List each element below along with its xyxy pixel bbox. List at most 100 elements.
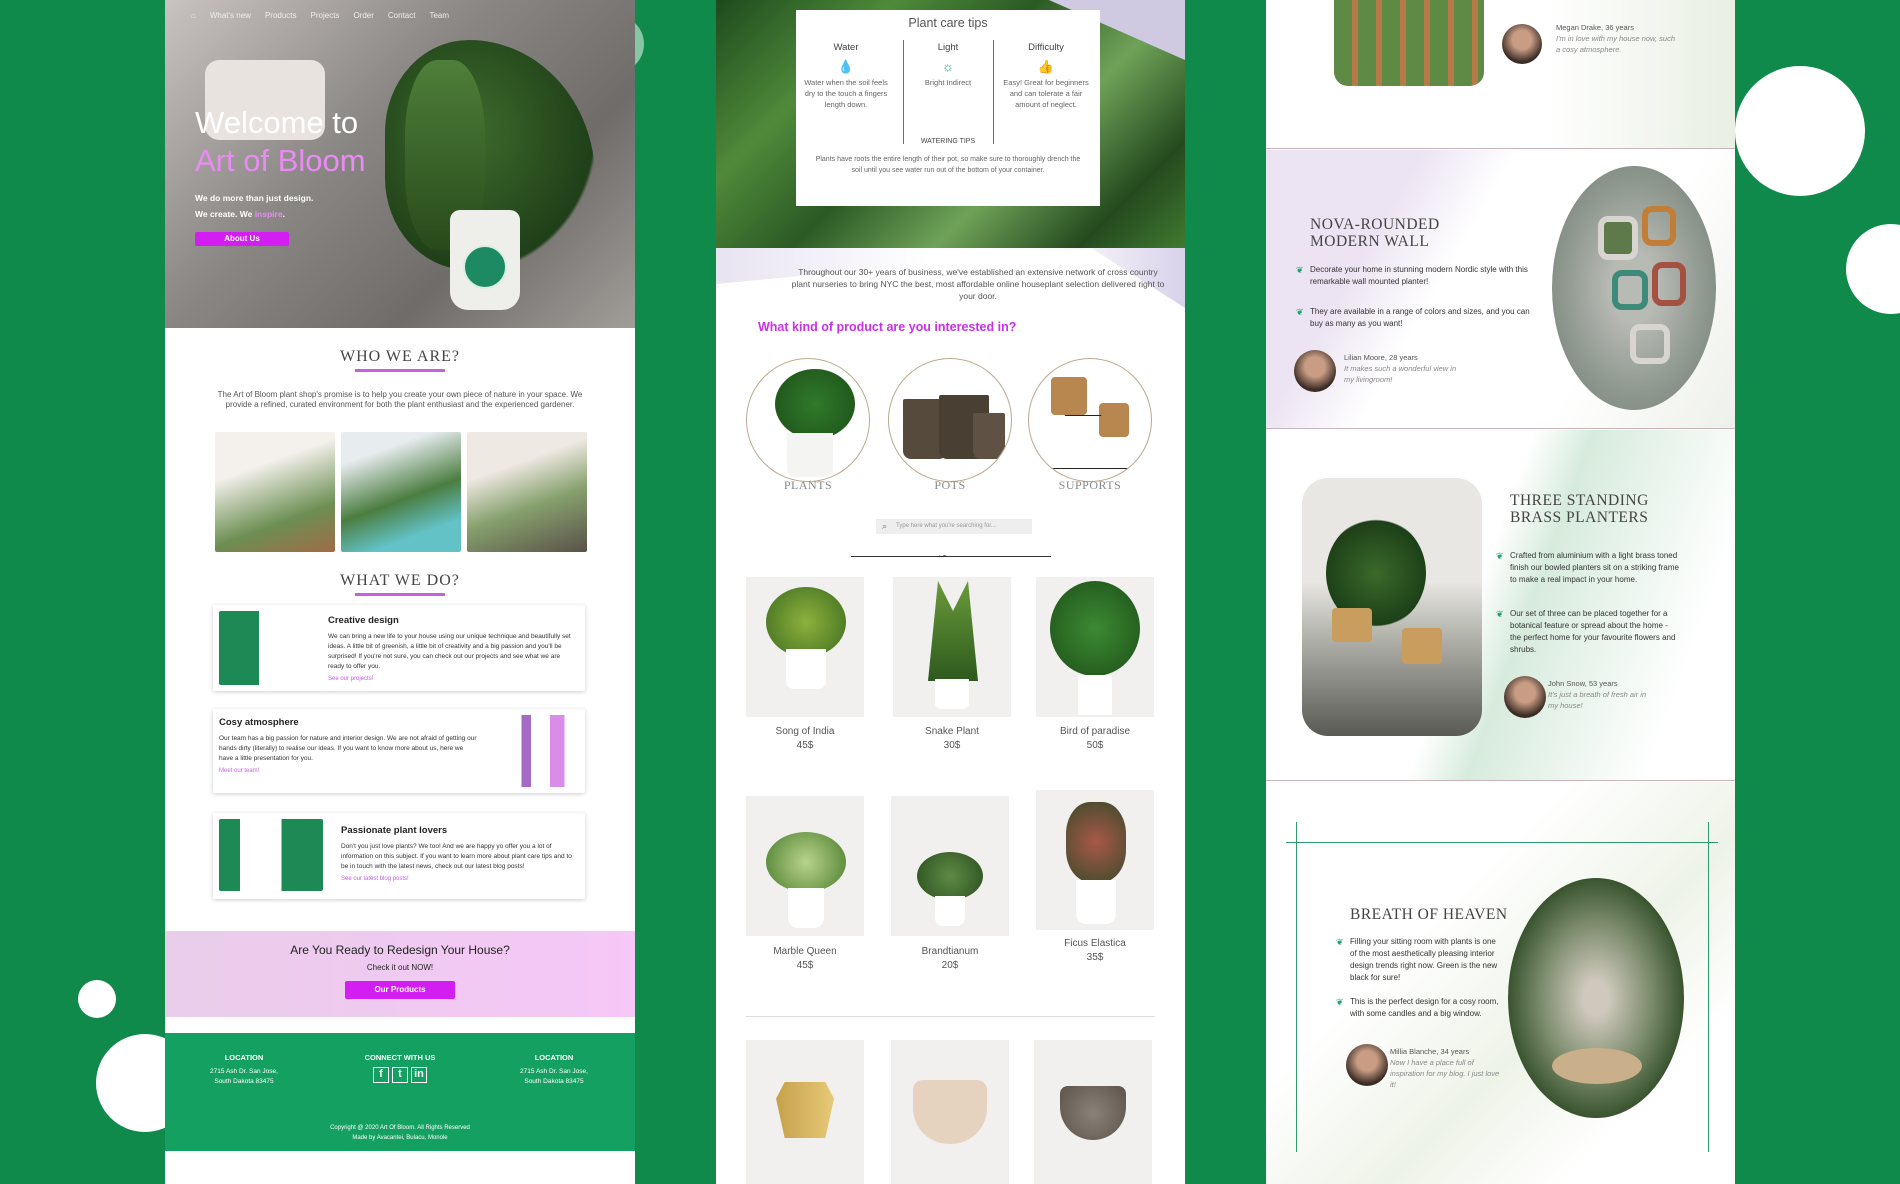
- frame-line: [1286, 842, 1718, 843]
- card-title: Cosy atmosphere: [219, 717, 299, 728]
- hero-sub-line1: We do more than just design.: [195, 193, 314, 203]
- home-icon[interactable]: ⌂: [191, 11, 196, 20]
- project-top: Megan Drake, 36 years I'm in love with my…: [1266, 0, 1735, 149]
- search-icon: ⌕: [882, 521, 888, 531]
- top-nav: ⌂ What's new Products Projects Order Con…: [165, 0, 635, 30]
- hero-title-line1: Welcome to: [195, 105, 359, 140]
- product-name[interactable]: Song of India: [746, 726, 864, 737]
- illustration: [219, 611, 319, 685]
- facebook-icon[interactable]: f: [373, 1067, 389, 1083]
- nav-item-contact[interactable]: Contact: [388, 11, 416, 20]
- credits-text: Made by Avacantei, Bulacu, Monole: [352, 1135, 448, 1141]
- bullet-text: Decorate your home in stunning modern No…: [1310, 265, 1528, 286]
- product-price: 50$: [1086, 740, 1104, 751]
- testimonial-quote: Now I have a place full of inspiration f…: [1390, 1058, 1500, 1089]
- project-title-line2: MODERN WALL: [1310, 233, 1430, 250]
- card-link[interactable]: See our latest blog posts!: [341, 876, 577, 882]
- watering-tips-title: WATERING TIPS: [920, 138, 976, 145]
- our-products-button[interactable]: Our Products: [345, 981, 455, 999]
- decor-circle: [1846, 224, 1900, 314]
- hero-title: Welcome to Art of Bloom: [195, 104, 366, 180]
- product-name[interactable]: Brandtianum: [891, 946, 1009, 957]
- testimonial-name: John Snow, 53 years: [1548, 679, 1618, 688]
- footer-location: LOCATION 2715 Ash Dr. San Jose, South Dak…: [205, 1053, 283, 1087]
- linkedin-icon[interactable]: in: [411, 1067, 427, 1083]
- product-image[interactable]: [1036, 790, 1154, 930]
- tip-heading: Difficulty: [1028, 42, 1064, 53]
- avatar: [1346, 1044, 1388, 1086]
- hero-sub-prefix: We create. We: [195, 209, 255, 219]
- product-image[interactable]: [746, 796, 864, 936]
- category-question: What kind of product are you interested …: [758, 320, 1017, 334]
- leaf-icon: ❦: [1496, 609, 1504, 619]
- hero-subtitle: We do more than just design. We create. W…: [195, 190, 313, 222]
- product-image[interactable]: [891, 1040, 1009, 1184]
- nav-item-whats-new[interactable]: What's new: [210, 11, 251, 20]
- project-bullet: ❦ Crafted from aluminium with a light bra…: [1496, 550, 1680, 586]
- project-bullet: ❦ This is the perfect design for a cosy r…: [1336, 996, 1504, 1020]
- search-input[interactable]: Type here what you're searching for...: [876, 519, 1032, 534]
- category-plants[interactable]: [746, 358, 870, 482]
- hero-section: Welcome to Art of Bloom We do more than j…: [165, 0, 635, 328]
- card-text: Don't you just love plants? We too! And …: [341, 843, 572, 870]
- bullet-text: Our set of three can be placed together …: [1510, 609, 1676, 654]
- nav-item-team[interactable]: Team: [429, 11, 449, 20]
- category-label[interactable]: POTS: [888, 478, 1012, 493]
- nav-item-products[interactable]: Products: [265, 11, 297, 20]
- who-text: The Art of Bloom plant shop's promise is…: [217, 390, 583, 409]
- project-bullet: ❦ Decorate your home in stunning modern N…: [1296, 264, 1532, 288]
- product-image[interactable]: [1036, 577, 1154, 717]
- card-link[interactable]: See our projects!: [328, 676, 571, 682]
- project-title-line1: NOVA-ROUNDED: [1310, 216, 1440, 233]
- divider: [993, 40, 994, 144]
- hero-sub-accent: inspire: [254, 209, 283, 219]
- footer-location: LOCATION 2715 Ash Dr. San Jose, South Dak…: [515, 1053, 593, 1087]
- product-image[interactable]: [746, 1040, 864, 1184]
- divider: [1266, 780, 1735, 781]
- project-bullet: ❦ Our set of three can be placed together…: [1496, 608, 1680, 656]
- tip-text: Easy! Great for beginners and can tolera…: [1003, 78, 1089, 109]
- card-link[interactable]: Meet our team!: [219, 768, 477, 774]
- category-label[interactable]: PLANTS: [746, 478, 870, 493]
- footer-connect: CONNECT WITH US f t in: [355, 1053, 445, 1083]
- testimonial-quote: It makes such a wonderful view in my liv…: [1344, 364, 1457, 384]
- nav-item-order[interactable]: Order: [353, 11, 373, 20]
- project-bullet: ❦ They are available in a range of colors…: [1296, 306, 1532, 330]
- section-title: WHAT WE DO?: [340, 572, 460, 589]
- card-title: Passionate plant lovers: [341, 825, 448, 836]
- category-supports[interactable]: [1028, 358, 1152, 482]
- product-image[interactable]: [893, 577, 1011, 717]
- project-title-line2: BRASS PLANTERS: [1510, 509, 1649, 526]
- logo-icon: [463, 245, 507, 289]
- nav-item-projects[interactable]: Projects: [311, 11, 340, 20]
- product-name[interactable]: Bird of paradise: [1036, 726, 1154, 737]
- twitter-icon[interactable]: t: [392, 1067, 408, 1083]
- divider: [746, 1016, 1155, 1017]
- cta-subtitle: Check it out NOW!: [366, 963, 434, 972]
- service-card: Cosy atmosphere Our team has a big passi…: [213, 709, 585, 793]
- avatar: [1294, 350, 1336, 392]
- product-image[interactable]: [746, 577, 864, 717]
- footer: LOCATION 2715 Ash Dr. San Jose, South Dak…: [165, 1033, 635, 1151]
- about-us-button[interactable]: About Us: [195, 232, 289, 246]
- testimonial: Megan Drake, 36 years I'm in love with my…: [1556, 22, 1676, 55]
- products-page-panel: Plant care tips Water 💧 Water when the soi…: [716, 0, 1185, 1184]
- product-name[interactable]: Ficus Elastica: [1036, 938, 1154, 949]
- product-image[interactable]: [891, 796, 1009, 936]
- footer-heading: LOCATION: [534, 1053, 574, 1062]
- product-image[interactable]: [1034, 1040, 1152, 1184]
- card-text: We can bring a new life to your house us…: [328, 633, 571, 670]
- product-name[interactable]: Marble Queen: [746, 946, 864, 957]
- thumbs-up-icon: 👍: [1037, 59, 1055, 74]
- category-label[interactable]: SUPPORTS: [1028, 478, 1152, 493]
- leaf-icon: ❦: [1496, 551, 1504, 561]
- leaf-icon: ❦: [1296, 265, 1304, 275]
- project-title: NOVA-ROUNDED MODERN WALL: [1310, 216, 1440, 250]
- category-pots[interactable]: [888, 358, 1012, 482]
- product-name[interactable]: Snake Plant: [893, 726, 1011, 737]
- tip-heading: Light: [937, 42, 959, 53]
- tip-text: Bright Indirect: [924, 78, 972, 87]
- copyright: Copyright @ 2020 Art Of Bloom. All Right…: [165, 1123, 635, 1143]
- card-title: Creative design: [328, 615, 399, 626]
- leaf-icon: ❦: [1336, 997, 1344, 1007]
